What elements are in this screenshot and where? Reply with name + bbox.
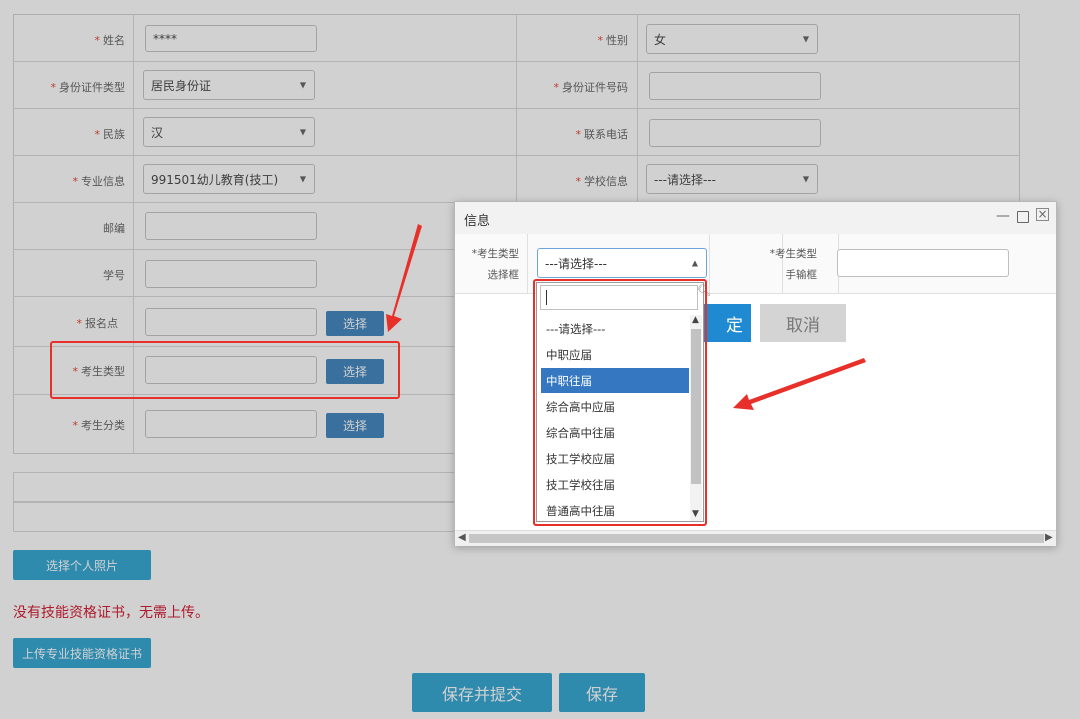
type-select[interactable]: ---请选择--- ▲	[537, 248, 707, 278]
close-icon[interactable]: ×	[1036, 208, 1049, 221]
scroll-left-icon[interactable]: ◀	[458, 532, 466, 543]
dialog-title: 信息	[464, 214, 491, 229]
horizontal-scrollbar[interactable]: ◀ ▶	[455, 530, 1056, 546]
maximize-icon[interactable]	[1017, 211, 1029, 223]
type-input-label: *考生类型 手输框	[769, 248, 817, 281]
column-divider	[527, 234, 528, 293]
type-input[interactable]	[837, 249, 1009, 277]
caret-up-icon: ▲	[691, 258, 698, 268]
arrow-annotation	[386, 224, 422, 332]
cancel-button[interactable]: 取消	[760, 304, 846, 342]
dialog-header: 信息 — ×	[455, 202, 1056, 235]
scroll-right-icon[interactable]: ▶	[1045, 532, 1053, 543]
highlight-box	[50, 341, 400, 399]
type-select-label: *考生类型 选择框	[471, 248, 519, 281]
highlight-box	[533, 279, 707, 526]
scrollbar-thumb[interactable]	[469, 534, 1044, 543]
minimize-icon[interactable]: —	[996, 208, 1010, 224]
arrow-annotation	[733, 358, 866, 410]
